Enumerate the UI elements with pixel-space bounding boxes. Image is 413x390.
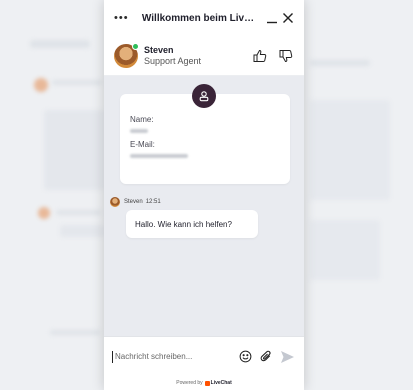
message-composer xyxy=(104,336,304,376)
emoji-button[interactable] xyxy=(236,348,254,366)
agent-name: Steven xyxy=(144,44,174,55)
agent-info: Steven Support Agent xyxy=(144,45,244,67)
minimize-button[interactable] xyxy=(264,10,280,26)
send-icon xyxy=(280,350,294,363)
powered-by-footer: Powered by LiveChat xyxy=(104,376,304,390)
emoji-icon xyxy=(239,350,251,363)
email-label: E-Mail: xyxy=(130,140,155,149)
livechat-brand-text: LiveChat xyxy=(210,380,232,386)
message-input[interactable] xyxy=(112,350,233,363)
agent-header: Steven Support Agent xyxy=(104,36,304,76)
message-bubble: Hallo. Wie kann ich helfen? xyxy=(126,210,258,238)
conversation-area[interactable]: Name: E-Mail: Steven 12:51 Hallo. Wie kan… xyxy=(104,76,304,336)
name-label: Name: xyxy=(130,115,154,124)
email-value-redacted xyxy=(130,154,188,158)
close-button[interactable] xyxy=(280,10,296,26)
livechat-logo-icon xyxy=(204,380,210,386)
message-avatar xyxy=(110,197,120,207)
online-status-indicator xyxy=(132,42,139,50)
name-value-redacted xyxy=(130,129,148,133)
prechat-form-card: Name: E-Mail: xyxy=(120,84,290,184)
agent-avatar-container xyxy=(114,42,139,68)
send-button[interactable] xyxy=(278,348,296,366)
rate-bad-button[interactable] xyxy=(276,46,296,66)
close-icon xyxy=(283,13,293,23)
attach-file-button[interactable] xyxy=(257,348,275,366)
message-meta: Steven 12:51 xyxy=(110,197,164,207)
agent-role: Support Agent xyxy=(144,55,202,66)
more-options-icon[interactable]: ••• xyxy=(114,12,132,24)
message-author: Steven xyxy=(124,199,143,205)
chat-widget: ••• Willkommen beim Liv… Steven Support … xyxy=(104,0,304,390)
message-time: 12:51 xyxy=(145,199,161,205)
title-bar: ••• Willkommen beim Liv… xyxy=(104,0,304,36)
user-form-icon xyxy=(192,84,216,108)
rate-good-button[interactable] xyxy=(250,46,270,66)
powered-by-text: Powered by xyxy=(176,380,203,386)
window-title: Willkommen beim Liv… xyxy=(141,12,255,24)
livechat-link[interactable]: LiveChat xyxy=(204,380,232,386)
thumbs-down-icon xyxy=(279,49,293,62)
minimize-icon xyxy=(267,21,277,24)
paperclip-icon xyxy=(260,350,271,362)
thumbs-up-icon xyxy=(253,49,267,62)
